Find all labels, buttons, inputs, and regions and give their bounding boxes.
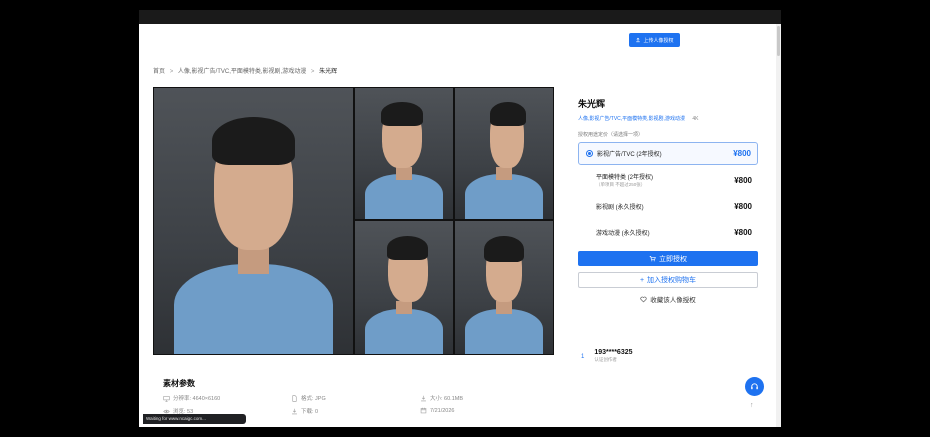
param-downloads: 下载: 0 [291,407,318,415]
add-to-cart-label: 加入授权购物车 [647,277,697,284]
license-option-label: 影视广告/TVC (2年授权) [597,152,662,158]
portrait-profile-right[interactable] [455,88,553,219]
upload-portrait-label: 上传人像授权 [643,37,674,44]
browser-status-bar: Waiting for www.ncaigc.com... [143,414,246,424]
buy-license-label: 立即授权 [659,255,687,263]
license-option-label: 影视剧 (永久授权) [596,204,644,211]
param-format-text: 格式: JPG [301,396,326,402]
file-icon [292,394,297,402]
license-option-label: 游戏动漫 (永久授权) [596,230,650,237]
page-scrollbar[interactable] [776,24,781,427]
param-resolution: 分辨率: 4640×6160 [163,394,220,402]
download-icon [421,395,426,401]
product-name: 朱光辉 [578,99,606,109]
product-page: 上传人像授权 首页 > 人像,影视广告/TVC,平面模特类,影视剧,游戏动漫 >… [139,24,781,427]
license-option-price: ¥800 [733,149,751,158]
customer-support-button[interactable] [745,377,764,396]
author-phone: 193****6325 [594,349,633,356]
radio-selected-icon [586,150,593,157]
portrait-front-main[interactable] [154,88,353,354]
param-size: 大小: 60.1MB [420,394,463,402]
breadcrumb-separator: > [310,69,315,75]
favorite-link[interactable]: 收藏该人像授权 [578,294,758,304]
browser-top-bar [139,10,781,24]
upload-icon [636,37,641,43]
license-option-price: ¥800 [734,175,752,185]
license-option-note: （单项目 不超过250张） [596,182,646,187]
portrait-three-quarter-right[interactable] [355,221,453,354]
breadcrumb-current: 朱光辉 [319,69,338,75]
breadcrumb-home[interactable]: 首页 [153,69,165,75]
license-option-label: 平面模特类 (2年授权) [596,175,654,181]
cart-icon [649,256,656,262]
breadcrumb: 首页 > 人像,影视广告/TVC,平面模特类,影视剧,游戏动漫 > 朱光辉 [153,66,337,75]
breadcrumb-separator: > [169,69,174,75]
breadcrumb-category[interactable]: 人像,影视广告/TVC,平面模特类,影视剧,游戏动漫 [178,69,306,75]
headset-icon [751,383,758,390]
author-index: 1 [581,354,585,360]
license-option-film[interactable]: 影视剧 (永久授权) ¥800 [578,195,758,217]
license-option-tvc[interactable]: 影视广告/TVC (2年授权) ¥800 [578,142,758,165]
license-choose-label: 授权用途定价（请选择一项） [578,132,644,138]
monitor-icon [163,395,170,402]
add-to-cart-button[interactable]: + 加入授权购物车 [578,272,758,288]
heart-icon [640,296,647,302]
buy-license-button[interactable]: 立即授权 [578,251,758,266]
product-info-panel: 朱光辉 人像,影视广告/TVC,平面模特类,影视剧,游戏动漫 4K 授权用途定价… [578,97,758,304]
upload-portrait-button[interactable]: 上传人像授权 [629,33,680,47]
product-tags-text[interactable]: 人像,影视广告/TVC,平面模特类,影视剧,游戏动漫 [578,116,685,122]
portrait-three-quarter-left[interactable] [355,88,453,219]
scrollbar-thumb[interactable] [777,26,780,56]
download-count-icon [292,408,297,414]
params-title: 素材参数 [163,379,195,388]
param-date-text: 7/21/2026 [430,407,455,414]
resolution-badge: 4K [692,116,699,122]
license-option-print-model[interactable]: 平面模特类 (2年授权) （单项目 不超过250张） ¥800 [578,169,758,191]
param-format: 格式: JPG [291,394,326,402]
param-resolution-text: 分辨率: 4640×6160 [173,396,221,402]
plus-icon: + [639,276,645,284]
license-option-price: ¥800 [734,227,752,237]
favorite-label: 收藏该人像授权 [650,297,696,304]
portrait-collage[interactable] [153,87,554,355]
license-option-price: ¥800 [734,201,752,211]
param-downloads-text: 下载: 0 [301,409,319,415]
product-tags: 人像,影视广告/TVC,平面模特类,影视剧,游戏动漫 4K [578,115,758,122]
back-to-top-arrow-icon[interactable]: ↑ [750,402,754,409]
author-card[interactable]: 1 193****6325 认证创作者 [581,349,633,363]
portrait-profile-back[interactable] [455,221,553,354]
license-option-game[interactable]: 游戏动漫 (永久授权) ¥800 [578,221,758,243]
author-role: 认证创作者 [594,357,617,362]
param-size-text: 大小: 60.1MB [430,396,464,402]
calendar-icon [420,407,427,414]
param-date: 7/21/2026 [420,407,454,414]
